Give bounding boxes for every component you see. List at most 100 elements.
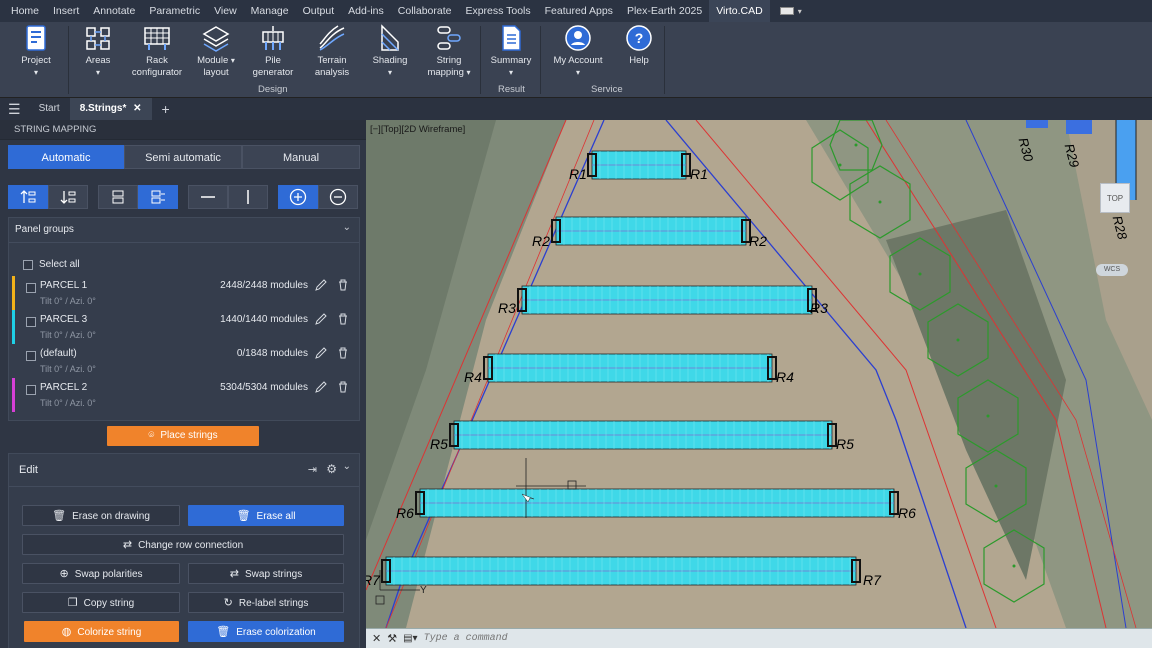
trash-icon[interactable] <box>336 346 350 360</box>
view-cube-label: TOP <box>1106 194 1124 203</box>
module-layout-button[interactable]: Module ▾ layout <box>196 24 236 79</box>
group-module-count: 0/1848 modules <box>236 348 308 359</box>
menu-parametric[interactable]: Parametric <box>142 0 207 22</box>
row-label-r3-right: R3 <box>810 300 828 316</box>
copy-string-label: Copy string <box>83 598 135 609</box>
copy-string-button[interactable]: ❐ Copy string <box>22 592 180 613</box>
group-checkbox[interactable] <box>26 283 36 293</box>
command-history-icon[interactable]: ▤▾ <box>403 633 417 644</box>
shading-button[interactable]: Shading ▾ <box>370 24 410 79</box>
erase-all-button[interactable]: 🗑︎ Erase all <box>188 505 344 526</box>
menu-addins[interactable]: Add-ins <box>341 0 391 22</box>
erase-colorization-button[interactable]: 🗑︎ Erase colorization <box>188 621 344 642</box>
help-button[interactable]: ? Help <box>622 24 656 67</box>
change-row-connection-button[interactable]: ⇄ Change row connection <box>22 534 344 555</box>
hamburger-menu-icon[interactable]: ☰ <box>0 98 29 120</box>
mode-manual[interactable]: Manual <box>242 145 360 169</box>
group-tilt: Tilt 0° / Azi. 0° <box>40 398 96 408</box>
my-account-button[interactable]: My Account ▾ <box>550 24 606 79</box>
collapse-chevron-icon[interactable]: ⌄ <box>343 222 351 233</box>
ribbon-options-icon[interactable] <box>779 7 794 15</box>
close-tab-icon[interactable]: ✕ <box>133 103 141 114</box>
select-all-checkbox[interactable] <box>23 260 33 270</box>
ribbon-separator <box>540 26 541 94</box>
group-tilt: Tilt 0° / Azi. 0° <box>40 364 96 374</box>
collapse-chevron-icon[interactable]: ⌄ <box>343 461 351 472</box>
panel-group-row[interactable]: PARCEL 3 Tilt 0° / Azi. 0° 1440/1440 mod… <box>10 310 350 344</box>
menu-express-tools[interactable]: Express Tools <box>458 0 537 22</box>
swap-polarities-label: Swap polarities <box>74 569 143 580</box>
sort-descending-button[interactable] <box>48 185 88 209</box>
trash-icon[interactable] <box>336 380 350 394</box>
export-icon[interactable]: ⇥ <box>308 463 317 476</box>
pile-label-2: generator <box>252 67 294 78</box>
place-strings-button[interactable]: ⌾ Place strings <box>107 426 259 446</box>
edit-pencil-icon[interactable] <box>314 312 328 326</box>
zoom-in-button[interactable] <box>278 185 318 209</box>
menu-bar: Home Insert Annotate Parametric View Man… <box>0 0 1152 22</box>
panel-group-row[interactable]: (default) Tilt 0° / Azi. 0° 0/1848 modul… <box>10 344 350 378</box>
trash-icon[interactable] <box>336 278 350 292</box>
panel-group-row[interactable]: PARCEL 1 Tilt 0° / Azi. 0° 2448/2448 mod… <box>10 276 350 310</box>
menu-manage[interactable]: Manage <box>244 0 296 22</box>
tab-start[interactable]: Start <box>29 98 70 120</box>
menu-home[interactable]: Home <box>4 0 46 22</box>
areas-button[interactable]: Areas ▾ <box>80 24 116 79</box>
tab-strings[interactable]: 8.Strings* ✕ <box>69 98 152 120</box>
rack-label-2: configurator <box>131 67 183 78</box>
mode-automatic[interactable]: Automatic <box>8 145 124 169</box>
pile-generator-button[interactable]: Pile generator <box>250 24 296 79</box>
sort-ascending-button[interactable] <box>8 185 48 209</box>
viewport-controls-label[interactable]: [−][Top][2D Wireframe] <box>370 124 465 135</box>
rack-icon <box>144 27 170 50</box>
menu-virtocad[interactable]: Virto.CAD <box>709 0 770 22</box>
zoom-out-button[interactable] <box>318 185 358 209</box>
layout-vertical-button[interactable] <box>98 185 138 209</box>
edit-pencil-icon[interactable] <box>314 278 328 292</box>
relabel-strings-button[interactable]: ↻ Re-label strings <box>188 592 344 613</box>
layout-horizontal-button[interactable] <box>138 185 178 209</box>
document-tab-bar: ☰ Start 8.Strings* ✕ + <box>0 98 1152 120</box>
wcs-menu[interactable]: WCS <box>1096 264 1128 276</box>
group-checkbox[interactable] <box>26 351 36 361</box>
row-label-r1-left: R1 <box>569 166 587 182</box>
menu-insert[interactable]: Insert <box>46 0 86 22</box>
menu-featured-apps[interactable]: Featured Apps <box>538 0 620 22</box>
terrain-analysis-button[interactable]: Terrain analysis <box>308 24 356 79</box>
ribbon-separator <box>664 26 665 94</box>
group-name: (default) <box>40 348 77 359</box>
gear-icon[interactable]: ⚙ <box>326 462 337 476</box>
vertical-orientation-button[interactable] <box>228 185 268 209</box>
project-button[interactable]: Project ▾ <box>14 24 58 79</box>
command-input[interactable] <box>423 630 1152 647</box>
trash-icon[interactable] <box>336 312 350 326</box>
menu-output[interactable]: Output <box>296 0 342 22</box>
palette-icon: ◍ <box>61 626 72 638</box>
drawing-viewport[interactable]: R1 R1 R2 R2 R3 R3 R4 R4 R5 R5 R6 R6 R7 R… <box>366 120 1152 628</box>
menu-collaborate[interactable]: Collaborate <box>391 0 459 22</box>
swap-strings-button[interactable]: ⇄ Swap strings <box>188 563 344 584</box>
group-checkbox[interactable] <box>26 385 36 395</box>
help-icon: ? <box>626 25 652 51</box>
sort-ascending-icon <box>20 190 36 203</box>
swap-polarities-button[interactable]: ⊕ Swap polarities <box>22 563 180 584</box>
panel-group-row[interactable]: PARCEL 2 Tilt 0° / Azi. 0° 5304/5304 mod… <box>10 378 350 412</box>
menu-annotate[interactable]: Annotate <box>86 0 142 22</box>
rack-configurator-button[interactable]: Rack configurator <box>126 24 188 79</box>
colorize-string-button[interactable]: ◍ Colorize string <box>24 621 179 642</box>
summary-button[interactable]: Summary ▾ <box>490 24 532 79</box>
edit-pencil-icon[interactable] <box>314 346 328 360</box>
string-mapping-button[interactable]: String mapping ▾ <box>426 24 472 79</box>
wrench-icon[interactable]: ⚒ <box>387 632 397 645</box>
erase-on-drawing-button[interactable]: 🗑︎ Erase on drawing <box>22 505 180 526</box>
menu-plex-earth[interactable]: Plex-Earth 2025 <box>620 0 709 22</box>
view-cube[interactable]: TOP <box>1100 183 1130 213</box>
project-label: Project <box>21 55 51 66</box>
edit-pencil-icon[interactable] <box>314 380 328 394</box>
group-checkbox[interactable] <box>26 317 36 327</box>
horizontal-orientation-button[interactable] <box>188 185 228 209</box>
menu-view[interactable]: View <box>207 0 244 22</box>
mode-semi-automatic[interactable]: Semi automatic <box>124 145 242 169</box>
close-icon[interactable]: ✕ <box>372 632 381 645</box>
new-tab-icon[interactable]: + <box>152 98 180 120</box>
